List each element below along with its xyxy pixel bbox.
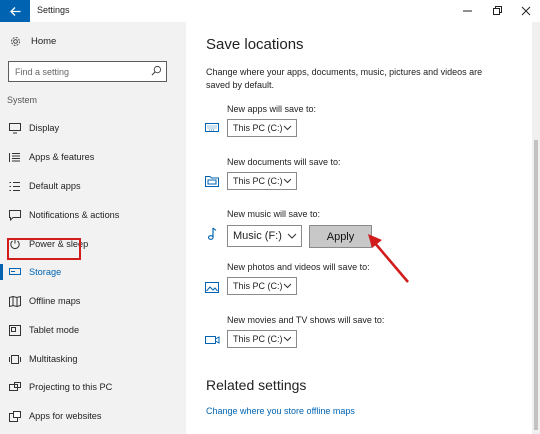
sidebar-item-label: Display (29, 123, 60, 133)
photo-icon (204, 280, 220, 294)
keyboard-icon (204, 121, 220, 135)
search-icon (151, 65, 162, 76)
home-label: Home (31, 36, 57, 47)
sidebar-item-label: Multitasking (29, 354, 78, 364)
documents-save-label: New documents will save to: (227, 157, 341, 167)
music-location-dropdown[interactable]: Music (F:) (227, 225, 302, 247)
projector-icon (9, 381, 21, 393)
sidebar-item-label: Notifications & actions (29, 210, 120, 220)
close-icon (521, 6, 531, 16)
sidebar-item-multitasking[interactable]: Multitasking (0, 346, 186, 372)
storage-highlight-box (7, 238, 81, 260)
search-box[interactable] (8, 61, 167, 82)
chevron-down-icon (283, 178, 292, 184)
photos-save-label: New photos and videos will save to: (227, 262, 370, 272)
sidebar-item-label: Default apps (29, 181, 81, 191)
sidebar-item-label: Apps for websites (29, 411, 102, 421)
monitor-icon (9, 122, 21, 134)
sidebar-item-apps-websites[interactable]: Apps for websites (0, 403, 186, 429)
page-description: Change where your apps, documents, music… (206, 67, 483, 90)
sidebar-item-tablet-mode[interactable]: Tablet mode (0, 317, 186, 343)
photos-location-dropdown[interactable]: This PC (C:) (227, 277, 297, 295)
dropdown-value: This PC (C:) (233, 123, 283, 133)
scrollbar-thumb[interactable] (534, 140, 538, 430)
page-title: Save locations (206, 36, 304, 53)
related-settings-title: Related settings (206, 377, 307, 393)
title-bar: Settings (0, 0, 540, 22)
restore-icon (493, 6, 502, 15)
dropdown-value: This PC (C:) (233, 281, 283, 291)
dropdown-value: This PC (C:) (233, 176, 283, 186)
documents-location-dropdown[interactable]: This PC (C:) (227, 172, 297, 190)
home-nav-item[interactable]: Home (10, 36, 56, 47)
music-save-label: New music will save to: (227, 209, 321, 219)
chevron-down-icon (283, 283, 292, 289)
tablet-icon (9, 324, 21, 336)
minimize-button[interactable] (452, 0, 484, 22)
movies-location-dropdown[interactable]: This PC (C:) (227, 330, 297, 348)
back-button[interactable] (0, 0, 30, 22)
active-indicator (0, 264, 3, 280)
sidebar-item-label: Offline maps (29, 296, 81, 306)
chevron-down-icon (283, 336, 292, 342)
sidebar-item-display[interactable]: Display (0, 115, 186, 141)
chevron-down-icon (283, 125, 292, 131)
dropdown-value: This PC (C:) (233, 334, 283, 344)
storage-icon (9, 266, 21, 278)
gear-icon (11, 37, 20, 46)
map-icon (9, 295, 21, 307)
section-label-system: System (7, 95, 38, 105)
default-apps-icon (9, 180, 21, 192)
sidebar-item-notifications[interactable]: Notifications & actions (0, 202, 186, 228)
minimize-icon (463, 10, 472, 12)
window-title: Settings (37, 5, 70, 15)
folder-icon (204, 174, 220, 188)
apps-save-label: New apps will save to: (227, 104, 317, 114)
sidebar-item-storage[interactable]: Storage (0, 259, 186, 285)
annotation-arrow-icon (368, 234, 409, 283)
dropdown-value: Music (F:) (233, 230, 282, 242)
web-apps-icon (9, 410, 21, 422)
sidebar-item-apps-features[interactable]: Apps & features (0, 144, 186, 170)
sidebar-item-default-apps[interactable]: Default apps (0, 173, 186, 199)
list-icon (9, 151, 21, 163)
offline-maps-link[interactable]: Change where you store offline maps (206, 406, 355, 416)
music-note-icon (204, 227, 220, 241)
chevron-down-icon (287, 233, 297, 239)
notification-icon (9, 209, 21, 221)
sidebar-item-offline-maps[interactable]: Offline maps (0, 288, 186, 314)
sidebar-item-label: Storage (29, 267, 62, 277)
sidebar-item-label: Apps & features (29, 152, 95, 162)
multitasking-icon (9, 353, 21, 365)
sidebar-item-projecting[interactable]: Projecting to this PC (0, 374, 186, 400)
back-arrow-icon (9, 6, 20, 16)
search-input[interactable] (9, 63, 144, 81)
close-button[interactable] (510, 0, 540, 22)
sidebar-item-label: Tablet mode (29, 325, 80, 335)
apps-location-dropdown[interactable]: This PC (C:) (227, 119, 297, 137)
video-camera-icon (204, 333, 220, 347)
sidebar-item-label: Projecting to this PC (29, 382, 113, 392)
movies-save-label: New movies and TV shows will save to: (227, 315, 385, 325)
sidebar: Home System (0, 22, 186, 434)
